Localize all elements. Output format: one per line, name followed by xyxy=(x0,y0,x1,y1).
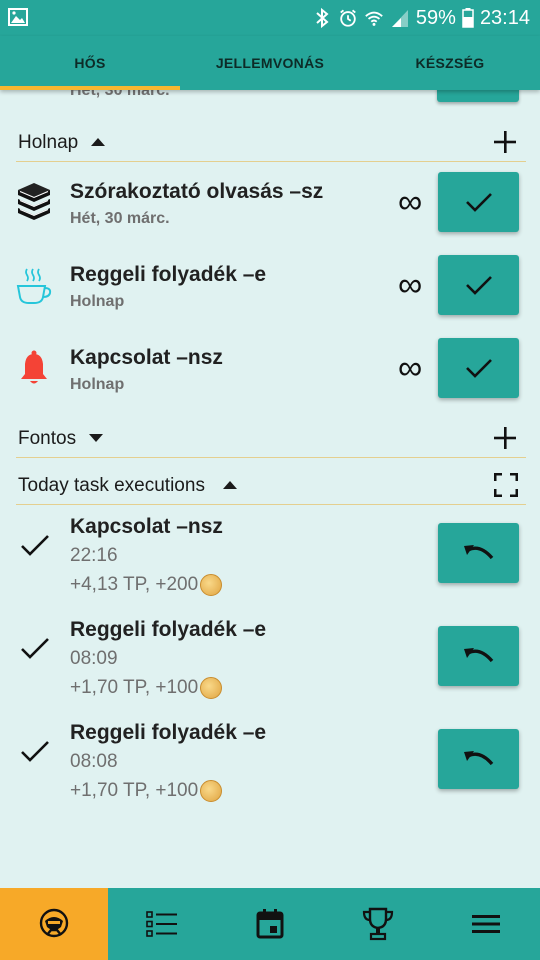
repeat-infinite-icon: ∞ xyxy=(398,349,423,387)
calendar-icon xyxy=(256,909,284,939)
task-row[interactable]: Kapcsolat –nsz Holnap ∞ xyxy=(0,338,540,420)
section-header-executions[interactable]: Today task executions xyxy=(16,465,526,505)
clock: 23:14 xyxy=(479,6,530,29)
check-icon xyxy=(465,193,492,212)
collapse-caret-icon xyxy=(223,481,237,489)
undo-button[interactable] xyxy=(438,729,519,789)
task-date: Holnap xyxy=(70,293,125,310)
battery-icon xyxy=(462,8,474,28)
list-icon xyxy=(146,911,177,937)
tab-bar: HŐS JELLEMVONÁS KÉSZSÉG xyxy=(0,36,540,90)
collapse-caret-icon xyxy=(91,138,105,146)
complete-button[interactable] xyxy=(438,255,519,315)
battery-percent: 59% xyxy=(415,6,456,29)
task-row[interactable]: Reggeli folyadék –e Holnap ∞ xyxy=(0,255,540,337)
task-title: Reggeli folyadék –e xyxy=(70,263,267,286)
repeat-infinite-icon: ∞ xyxy=(398,183,423,221)
complete-button[interactable] xyxy=(438,338,519,398)
task-date: Hét, 30 márc. xyxy=(70,210,170,227)
nav-achievements[interactable] xyxy=(324,888,432,960)
undo-icon xyxy=(463,545,493,560)
undo-icon xyxy=(463,648,493,663)
nav-menu[interactable] xyxy=(432,888,540,960)
partially-visible-task: Hét, 30 márc. xyxy=(0,90,540,110)
execution-row: Reggeli folyadék –e 08:08 +1,70 TP, +100 xyxy=(0,721,540,821)
reward-text: +4,13 TP, +200 xyxy=(70,574,199,595)
done-check-icon xyxy=(21,535,49,556)
undo-button[interactable] xyxy=(438,523,519,583)
check-icon xyxy=(465,276,492,295)
gallery-notification-icon xyxy=(8,8,28,26)
nav-calendar[interactable] xyxy=(216,888,324,960)
execution-time: 08:08 xyxy=(70,751,118,772)
signal-icon xyxy=(391,10,408,27)
execution-time: 08:09 xyxy=(70,648,118,669)
done-check-icon xyxy=(21,741,49,762)
task-date: Hét, 30 márc. xyxy=(70,90,170,99)
alarm-icon xyxy=(340,9,356,27)
section-header-fontos[interactable]: Fontos xyxy=(16,418,526,458)
complete-button[interactable] xyxy=(438,172,519,232)
tab-traits[interactable]: JELLEMVONÁS xyxy=(180,36,360,90)
add-icon[interactable] xyxy=(492,425,518,451)
bell-icon xyxy=(21,350,47,384)
nav-hero[interactable] xyxy=(0,888,108,960)
coin-icon xyxy=(200,574,223,596)
add-icon[interactable] xyxy=(492,129,518,155)
section-header-holnap[interactable]: Holnap xyxy=(16,122,526,162)
check-icon xyxy=(465,359,492,378)
tab-hero[interactable]: HŐS xyxy=(0,36,180,90)
section-title: Fontos xyxy=(18,428,77,449)
execution-title: Reggeli folyadék –e xyxy=(70,618,267,641)
status-bar: 59% 23:14 xyxy=(0,0,540,36)
reward-text: +1,70 TP, +100 xyxy=(70,780,199,801)
section-title: Today task executions xyxy=(18,475,205,496)
execution-title: Kapcsolat –nsz xyxy=(70,515,223,538)
fullscreen-icon[interactable] xyxy=(494,473,518,497)
section-title: Holnap xyxy=(18,132,79,153)
execution-row: Reggeli folyadék –e 08:09 +1,70 TP, +100 xyxy=(0,618,540,718)
execution-title: Reggeli folyadék –e xyxy=(70,721,267,744)
execution-time: 22:16 xyxy=(70,545,118,566)
task-date: Holnap xyxy=(70,376,125,393)
complete-button[interactable] xyxy=(437,90,519,102)
menu-icon xyxy=(472,915,500,933)
coin-icon xyxy=(200,780,223,802)
undo-button[interactable] xyxy=(438,626,519,686)
coin-icon xyxy=(200,677,223,699)
task-title: Kapcsolat –nsz xyxy=(70,346,223,369)
wifi-icon xyxy=(365,11,383,26)
cup-icon xyxy=(16,268,52,304)
hero-icon xyxy=(39,908,69,938)
done-check-icon xyxy=(21,638,49,659)
nav-tasks[interactable] xyxy=(108,888,216,960)
books-icon xyxy=(18,183,50,220)
execution-reward: +4,13 TP, +200 xyxy=(70,574,223,596)
reward-text: +1,70 TP, +100 xyxy=(70,677,199,698)
bottom-navigation xyxy=(0,888,540,960)
undo-icon xyxy=(463,751,493,766)
task-title: Szórakoztató olvasás –sz xyxy=(70,180,324,203)
execution-row: Kapcsolat –nsz 22:16 +4,13 TP, +200 xyxy=(0,515,540,615)
execution-reward: +1,70 TP, +100 xyxy=(70,780,223,802)
tab-skills[interactable]: KÉSZSÉG xyxy=(360,36,540,90)
trophy-icon xyxy=(362,907,394,941)
execution-reward: +1,70 TP, +100 xyxy=(70,677,223,699)
task-row[interactable]: Szórakoztató olvasás –sz Hét, 30 márc. ∞ xyxy=(0,172,540,254)
repeat-infinite-icon: ∞ xyxy=(398,266,423,304)
expand-caret-icon xyxy=(89,434,103,442)
bluetooth-icon xyxy=(316,7,329,29)
